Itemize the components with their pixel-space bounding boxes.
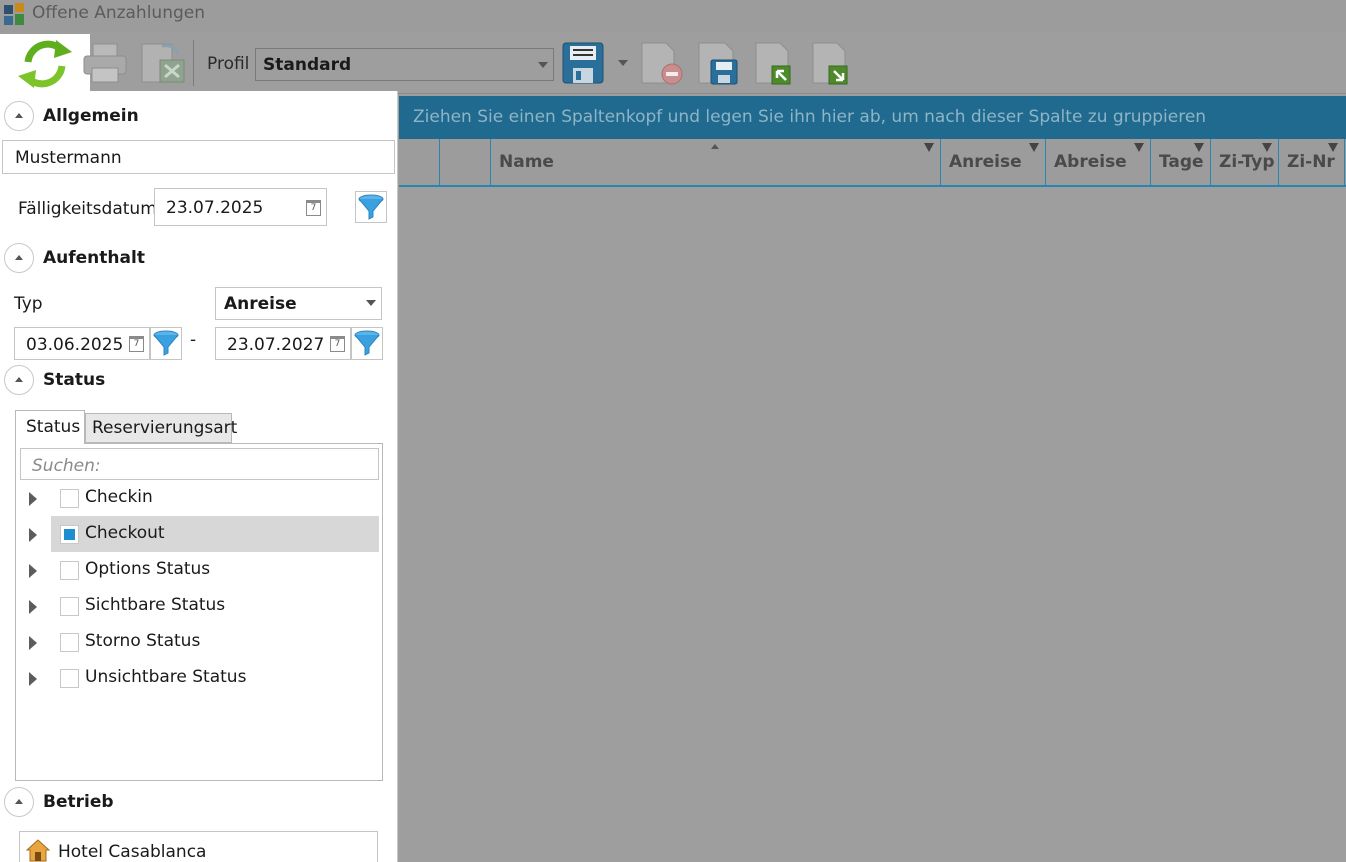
delete-document-icon[interactable] — [638, 40, 684, 86]
section-title-status: Status — [43, 370, 106, 390]
expand-arrow-icon[interactable] — [29, 672, 37, 686]
status-item-label: Unsichtbare Status — [85, 667, 247, 687]
section-title-allgemein: Allgemein — [43, 106, 139, 126]
chevron-down-icon — [366, 300, 376, 306]
typ-select-value: Anreise — [224, 294, 297, 314]
checkbox[interactable] — [60, 669, 79, 688]
column-header-zi-typ[interactable]: Zi-Typ — [1210, 139, 1278, 187]
checkbox[interactable] — [60, 561, 79, 580]
column-filter-icon[interactable] — [1134, 143, 1144, 152]
expand-arrow-icon[interactable] — [29, 492, 37, 506]
column-filter-icon[interactable] — [1029, 143, 1039, 152]
save-dropdown-icon[interactable] — [617, 58, 629, 68]
sort-ascending-icon — [711, 144, 719, 149]
toolbar-separator — [193, 40, 194, 86]
status-item-unsichtbare[interactable]: Unsichtbare Status — [20, 660, 378, 696]
due-date-filter-button[interactable] — [355, 191, 387, 223]
tab-reservierungsart[interactable]: Reservierungsart — [85, 413, 237, 443]
save-as-icon[interactable] — [695, 40, 741, 86]
profil-label: Profil — [207, 54, 250, 74]
save-icon[interactable] — [560, 40, 606, 86]
typ-label: Typ — [14, 294, 43, 314]
print-icon[interactable] — [80, 40, 130, 86]
to-date-filter-button[interactable] — [351, 327, 383, 360]
hotel-name[interactable]: Hotel Casablanca — [58, 842, 206, 862]
filter-funnel-icon — [153, 330, 179, 356]
profil-select[interactable]: Standard — [255, 48, 554, 81]
checkbox[interactable] — [60, 489, 79, 508]
column-header-tage[interactable]: Tage — [1150, 139, 1210, 187]
collapse-status-button[interactable] — [4, 365, 34, 395]
column-header-label: Anreise — [949, 152, 1022, 172]
status-item-label: Sichtbare Status — [85, 595, 226, 615]
status-item-label: Checkout — [85, 523, 165, 543]
column-header-name[interactable]: Name — [490, 139, 940, 187]
column-header-label: Zi-Typ — [1219, 152, 1275, 172]
export-icon[interactable] — [809, 40, 855, 86]
status-item-label: Storno Status — [85, 631, 201, 651]
tab-status[interactable]: Status — [15, 410, 85, 444]
row-indicator-column — [439, 139, 490, 187]
column-header-abreise[interactable]: Abreise — [1045, 139, 1150, 187]
column-header-label: Name — [499, 152, 554, 172]
status-item-options[interactable]: Options Status — [20, 552, 378, 588]
checkbox[interactable] — [60, 633, 79, 652]
column-header-label: Zi-Nr — [1287, 152, 1335, 172]
filter-funnel-icon — [358, 194, 384, 220]
status-item-sichtbare[interactable]: Sichtbare Status — [20, 588, 378, 624]
export-excel-icon[interactable] — [138, 40, 188, 86]
status-item-label: Options Status — [85, 559, 211, 579]
section-title-betrieb: Betrieb — [43, 792, 114, 812]
window-title: Offene Anzahlungen — [32, 3, 206, 23]
status-item-storno[interactable]: Storno Status — [20, 624, 378, 660]
expand-arrow-icon[interactable] — [29, 636, 37, 650]
column-filter-icon[interactable] — [1194, 143, 1204, 152]
calendar-icon[interactable]: 7 — [306, 200, 321, 216]
app-logo-icon — [4, 3, 24, 25]
typ-select[interactable]: Anreise — [215, 287, 382, 320]
refresh-icon — [18, 40, 72, 88]
from-date-value: 03.06.2025 — [26, 335, 124, 355]
status-item-label: Checkin — [85, 487, 153, 507]
due-date-label: Fälligkeitsdatum — [18, 199, 157, 219]
filter-funnel-icon — [354, 330, 380, 356]
column-filter-icon[interactable] — [1262, 143, 1272, 152]
checkbox-checked[interactable] — [60, 525, 79, 544]
column-header-zi-nr[interactable]: Zi-Nr — [1278, 139, 1345, 187]
calendar-icon[interactable]: 7 — [129, 336, 144, 352]
group-hint-text: Ziehen Sie einen Spaltenkopf und legen S… — [413, 107, 1207, 127]
from-date-filter-button[interactable] — [150, 327, 182, 360]
status-item-checkin[interactable]: Checkin — [20, 480, 378, 516]
expand-arrow-icon[interactable] — [29, 564, 37, 578]
import-icon[interactable] — [752, 40, 798, 86]
to-date-value: 23.07.2027 — [227, 335, 325, 355]
expand-arrow-icon[interactable] — [29, 600, 37, 614]
refresh-button[interactable] — [0, 34, 90, 91]
status-item-checkout[interactable]: Checkout — [20, 516, 379, 552]
expand-arrow-icon[interactable] — [29, 528, 37, 542]
column-header-anreise[interactable]: Anreise — [940, 139, 1045, 187]
due-date-input[interactable]: 23.07.2025 — [154, 188, 327, 226]
due-date-value: 23.07.2025 — [166, 198, 264, 218]
collapse-betrieb-button[interactable] — [4, 787, 34, 817]
date-range-separator: - — [190, 330, 197, 350]
name-field[interactable]: Mustermann — [2, 140, 395, 174]
column-header-label: Abreise — [1054, 152, 1127, 172]
column-filter-icon[interactable] — [1328, 143, 1338, 152]
calendar-icon[interactable]: 7 — [330, 336, 345, 352]
collapse-allgemein-button[interactable] — [4, 101, 34, 131]
column-header-label: Tage — [1159, 152, 1204, 172]
checkbox[interactable] — [60, 597, 79, 616]
column-filter-icon[interactable] — [924, 143, 934, 152]
grid-body[interactable] — [399, 188, 1346, 862]
collapse-aufenthalt-button[interactable] — [4, 243, 34, 273]
section-title-aufenthalt: Aufenthalt — [43, 248, 145, 268]
house-icon — [26, 839, 50, 862]
chevron-down-icon — [538, 62, 548, 68]
status-search-input[interactable]: Suchen: — [20, 448, 379, 480]
